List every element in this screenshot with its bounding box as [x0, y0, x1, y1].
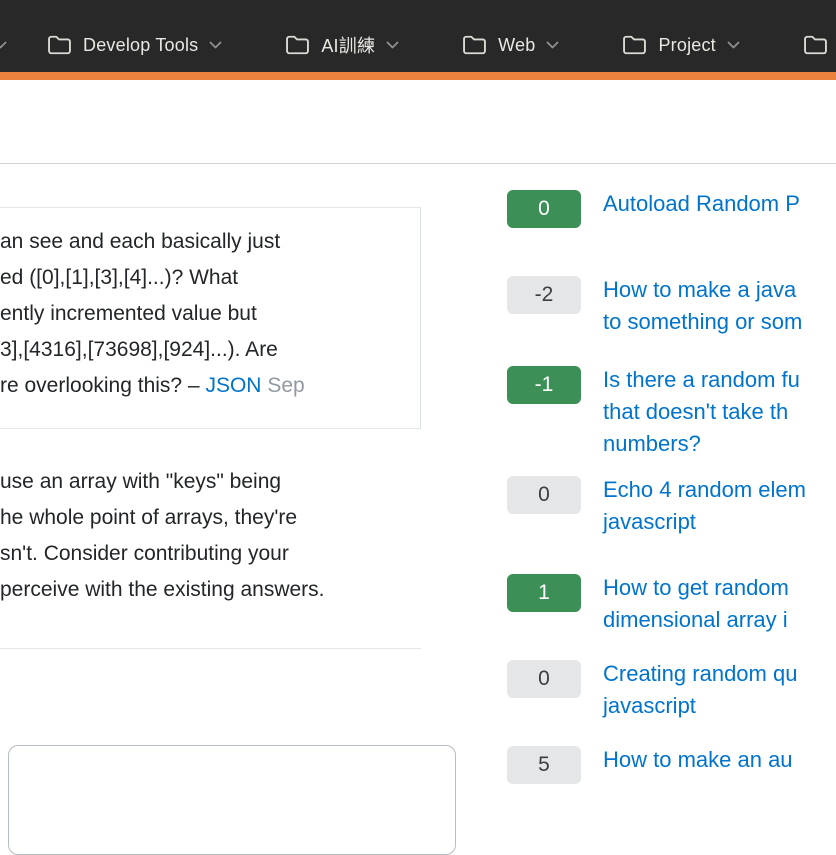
- vote-count-badge: 1: [507, 574, 581, 612]
- related-question-link[interactable]: How to make an au: [603, 744, 793, 776]
- vote-count-badge: 5: [507, 746, 581, 784]
- related-question-item: 1 How to get random dimensional array i: [507, 572, 836, 636]
- comment-input[interactable]: [8, 745, 456, 855]
- bookmark-folder-project[interactable]: Project: [621, 34, 739, 56]
- folder-icon: [284, 34, 311, 56]
- bookmark-folder-web[interactable]: Web: [461, 34, 559, 56]
- folder-icon: [461, 34, 488, 56]
- folder-icon: [802, 34, 829, 56]
- related-question-title: Creating random qu: [603, 658, 797, 690]
- comment-text: ed ([0],[1],[3],[4]...)? What: [0, 260, 440, 296]
- chevron-down-icon: [385, 41, 399, 49]
- related-question-item: 0 Autoload Random P: [507, 188, 836, 228]
- bookmark-label: Web: [498, 35, 535, 56]
- comment-divider: [0, 648, 421, 649]
- related-question-title: that doesn't take th: [603, 396, 800, 428]
- vote-count-badge: -2: [507, 276, 581, 314]
- folder-icon: [46, 34, 73, 56]
- comment: an see and each basically just ed ([0],[…: [0, 224, 440, 404]
- bookmark-label: Develop Tools: [83, 35, 198, 56]
- page-content: an see and each basically just ed ([0],[…: [0, 80, 836, 760]
- comment-divider: [0, 428, 421, 429]
- comment-text: re overlooking this? – JSON Sep: [0, 368, 440, 404]
- comment-text: re overlooking this? –: [0, 374, 200, 397]
- related-question-link[interactable]: Autoload Random P: [603, 188, 800, 220]
- chevron-down-icon: [726, 41, 740, 49]
- comment-text: sn't. Consider contributing your: [0, 536, 440, 572]
- comment-text: an see and each basically just: [0, 224, 440, 260]
- related-question-item: 0 Creating random qu javascript: [507, 658, 836, 722]
- bookmark-folder-ai-training[interactable]: AI訓練: [284, 32, 399, 58]
- chevron-down-icon: [545, 41, 559, 49]
- related-question-link[interactable]: Is there a random fu that doesn't take t…: [603, 364, 800, 460]
- related-question-title: How to make a java: [603, 274, 802, 306]
- comment-text: use an array with "keys" being: [0, 464, 440, 500]
- comment-author-link[interactable]: JSON: [205, 374, 261, 397]
- related-question-title: Autoload Random P: [603, 188, 800, 220]
- folder-icon: [621, 34, 648, 56]
- related-question-title: How to make an au: [603, 744, 793, 776]
- comment-text: perceive with the existing answers.: [0, 572, 440, 608]
- related-questions-list: 0 Autoload Random P -2 How to make a jav…: [507, 188, 836, 784]
- related-question-item: 5 How to make an au: [507, 744, 836, 784]
- related-question-link[interactable]: How to get random dimensional array i: [603, 572, 789, 636]
- comment-divider: [0, 207, 421, 208]
- related-question-link[interactable]: Echo 4 random elem javascript: [603, 474, 806, 538]
- vote-count-badge: -1: [507, 366, 581, 404]
- related-question-title: javascript: [603, 690, 797, 722]
- comment-text: ently incremented value but: [0, 296, 440, 332]
- related-question-title: Echo 4 random elem: [603, 474, 806, 506]
- related-question-title: dimensional array i: [603, 604, 789, 636]
- related-question-title: javascript: [603, 506, 806, 538]
- related-question-item: 0 Echo 4 random elem javascript: [507, 474, 836, 538]
- top-accent-bar: [0, 72, 836, 80]
- chevron-down-icon: [208, 41, 222, 49]
- vote-count-badge: 0: [507, 190, 581, 228]
- bookmark-folder-partial[interactable]: [802, 34, 836, 56]
- vote-count-badge: 0: [507, 476, 581, 514]
- comment-text: he whole point of arrays, they're: [0, 500, 440, 536]
- content-divider: [0, 163, 836, 164]
- related-question-title: to something or som: [603, 306, 802, 338]
- related-question-title: numbers?: [603, 428, 800, 460]
- bookmark-label: AI訓練: [321, 32, 375, 58]
- chevron-down-icon[interactable]: [0, 41, 7, 49]
- related-question-item: -1 Is there a random fu that doesn't tak…: [507, 364, 836, 460]
- comment-date: Sep: [267, 374, 304, 397]
- comment: use an array with "keys" being he whole …: [0, 464, 440, 608]
- bookmarks-bar: Develop Tools AI訓練 Web Project: [0, 0, 836, 72]
- related-question-link[interactable]: How to make a java to something or som: [603, 274, 802, 338]
- related-question-title: How to get random: [603, 572, 789, 604]
- related-question-link[interactable]: Creating random qu javascript: [603, 658, 797, 722]
- related-question-title: Is there a random fu: [603, 364, 800, 396]
- comment-text: 3],[4316],[73698],[924]...). Are: [0, 332, 440, 368]
- bookmark-label: Project: [658, 35, 715, 56]
- vote-count-badge: 0: [507, 660, 581, 698]
- bookmark-folder-develop-tools[interactable]: Develop Tools: [46, 34, 222, 56]
- related-question-item: -2 How to make a java to something or so…: [507, 274, 836, 338]
